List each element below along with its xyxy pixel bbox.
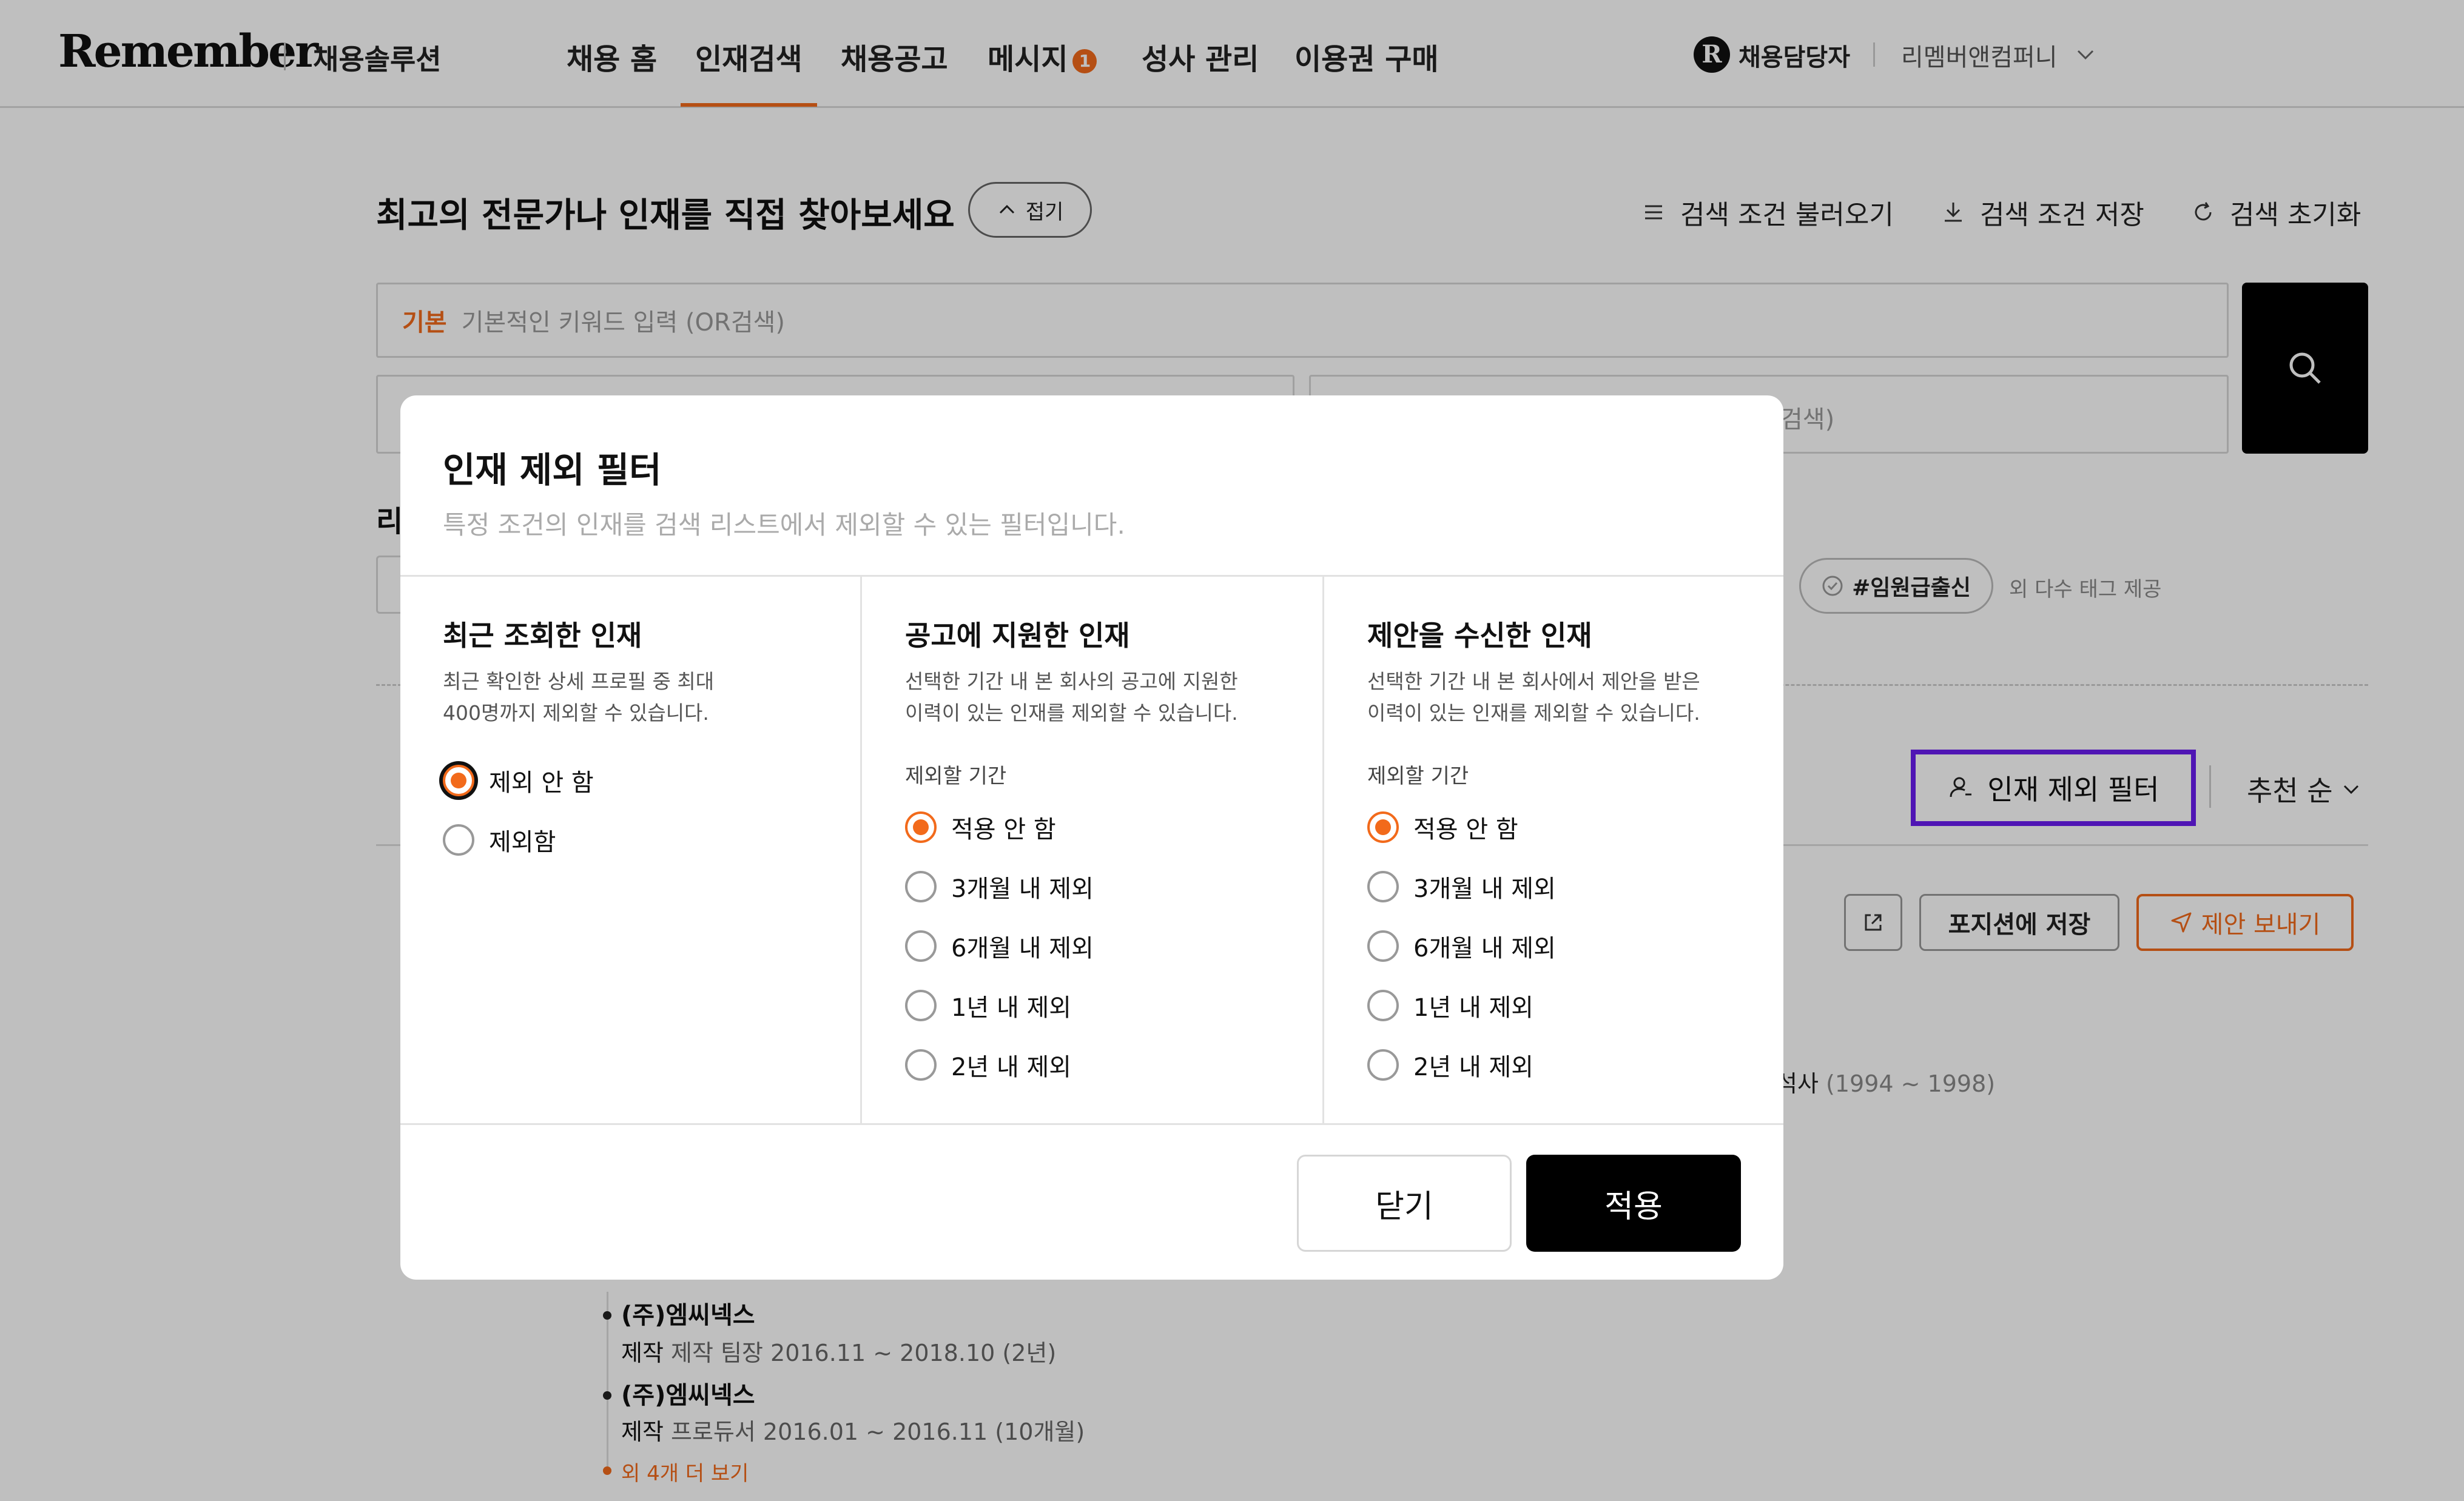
- modal-divider: [400, 575, 1783, 577]
- radio-option-not-applied[interactable]: 적용 안 함: [1367, 798, 1783, 857]
- description-line: 최근 확인한 상세 프로필 중 최대: [443, 670, 715, 693]
- modal-footer-divider: [400, 1123, 1783, 1125]
- description-line: 선택한 기간 내 본 회사에서 제안을 받은: [1367, 670, 1700, 693]
- description-line: 이력이 있는 인재를 제외할 수 있습니다.: [905, 701, 1238, 725]
- radio-option-3-months[interactable]: 3개월 내 제외: [1367, 857, 1783, 916]
- radio-option-6-months[interactable]: 6개월 내 제외: [905, 916, 1330, 976]
- radio-button[interactable]: [443, 824, 474, 856]
- modal-title: 인재 제외 필터: [443, 449, 662, 491]
- radio-option-no-exclude[interactable]: 제외 안 함: [443, 751, 867, 810]
- radio-label: 제외함: [489, 828, 556, 856]
- applied-to-posting-section: 공고에 지원한 인재 선택한 기간 내 본 회사의 공고에 지원한 이력이 있는…: [905, 614, 1330, 1095]
- section-description: 최근 확인한 상세 프로필 중 최대 400명까지 제외할 수 있습니다.: [443, 666, 867, 729]
- radio-option-exclude[interactable]: 제외함: [443, 810, 867, 870]
- radio-label: 2년 내 제외: [951, 1053, 1072, 1081]
- radio-group: 적용 안 함 3개월 내 제외 6개월 내 제외 1년 내 제외 2년 내 제외: [1367, 798, 1783, 1095]
- radio-label: 적용 안 함: [951, 816, 1056, 844]
- radio-group: 적용 안 함 3개월 내 제외 6개월 내 제외 1년 내 제외 2년 내 제외: [905, 798, 1330, 1095]
- radio-option-1-year[interactable]: 1년 내 제외: [905, 976, 1330, 1035]
- radio-option-6-months[interactable]: 6개월 내 제외: [1367, 916, 1783, 976]
- radio-button[interactable]: [905, 1049, 937, 1081]
- radio-label: 3개월 내 제외: [1413, 875, 1556, 903]
- modal-description: 특정 조건의 인재를 검색 리스트에서 제외할 수 있는 필터입니다.: [443, 510, 1125, 540]
- radio-label: 1년 내 제외: [951, 994, 1072, 1022]
- period-label: 제외할 기간: [1367, 764, 1469, 788]
- radio-label: 3개월 내 제외: [951, 875, 1094, 903]
- radio-button[interactable]: [443, 765, 474, 796]
- section-description: 선택한 기간 내 본 회사에서 제안을 받은 이력이 있는 인재를 제외할 수 …: [1367, 666, 1783, 729]
- recently-viewed-section: 최근 조회한 인재 최근 확인한 상세 프로필 중 최대 400명까지 제외할 …: [443, 614, 867, 870]
- close-button[interactable]: 닫기: [1297, 1155, 1512, 1252]
- radio-button[interactable]: [905, 811, 937, 843]
- radio-option-2-years[interactable]: 2년 내 제외: [905, 1035, 1330, 1095]
- radio-button[interactable]: [1367, 1049, 1399, 1081]
- radio-label: 2년 내 제외: [1413, 1053, 1534, 1081]
- received-offer-section: 제안을 수신한 인재 선택한 기간 내 본 회사에서 제안을 받은 이력이 있는…: [1367, 614, 1783, 1095]
- radio-label: 적용 안 함: [1413, 816, 1518, 844]
- radio-label: 6개월 내 제외: [1413, 935, 1556, 962]
- radio-label: 제외 안 함: [489, 769, 594, 797]
- radio-label: 1년 내 제외: [1413, 994, 1534, 1022]
- description-line: 이력이 있는 인재를 제외할 수 있습니다.: [1367, 701, 1700, 725]
- radio-group: 제외 안 함 제외함: [443, 751, 867, 870]
- section-title: 공고에 지원한 인재: [905, 619, 1130, 652]
- radio-button[interactable]: [1367, 990, 1399, 1021]
- radio-option-2-years[interactable]: 2년 내 제외: [1367, 1035, 1783, 1095]
- description-line: 선택한 기간 내 본 회사의 공고에 지원한: [905, 670, 1238, 693]
- radio-button[interactable]: [905, 990, 937, 1021]
- radio-button[interactable]: [1367, 871, 1399, 902]
- radio-button[interactable]: [1367, 811, 1399, 843]
- radio-button[interactable]: [905, 871, 937, 902]
- section-title: 제안을 수신한 인재: [1367, 619, 1592, 652]
- period-label: 제외할 기간: [905, 764, 1007, 788]
- radio-button[interactable]: [905, 930, 937, 962]
- section-title: 최근 조회한 인재: [443, 619, 642, 652]
- radio-option-not-applied[interactable]: 적용 안 함: [905, 798, 1330, 857]
- radio-option-3-months[interactable]: 3개월 내 제외: [905, 857, 1330, 916]
- radio-label: 6개월 내 제외: [951, 935, 1094, 962]
- radio-option-1-year[interactable]: 1년 내 제외: [1367, 976, 1783, 1035]
- description-line: 400명까지 제외할 수 있습니다.: [443, 701, 709, 725]
- section-description: 선택한 기간 내 본 회사의 공고에 지원한 이력이 있는 인재를 제외할 수 …: [905, 666, 1330, 729]
- talent-exclusion-filter-modal: 인재 제외 필터 특정 조건의 인재를 검색 리스트에서 제외할 수 있는 필터…: [400, 395, 1783, 1280]
- radio-button[interactable]: [1367, 930, 1399, 962]
- apply-button[interactable]: 적용: [1526, 1155, 1741, 1252]
